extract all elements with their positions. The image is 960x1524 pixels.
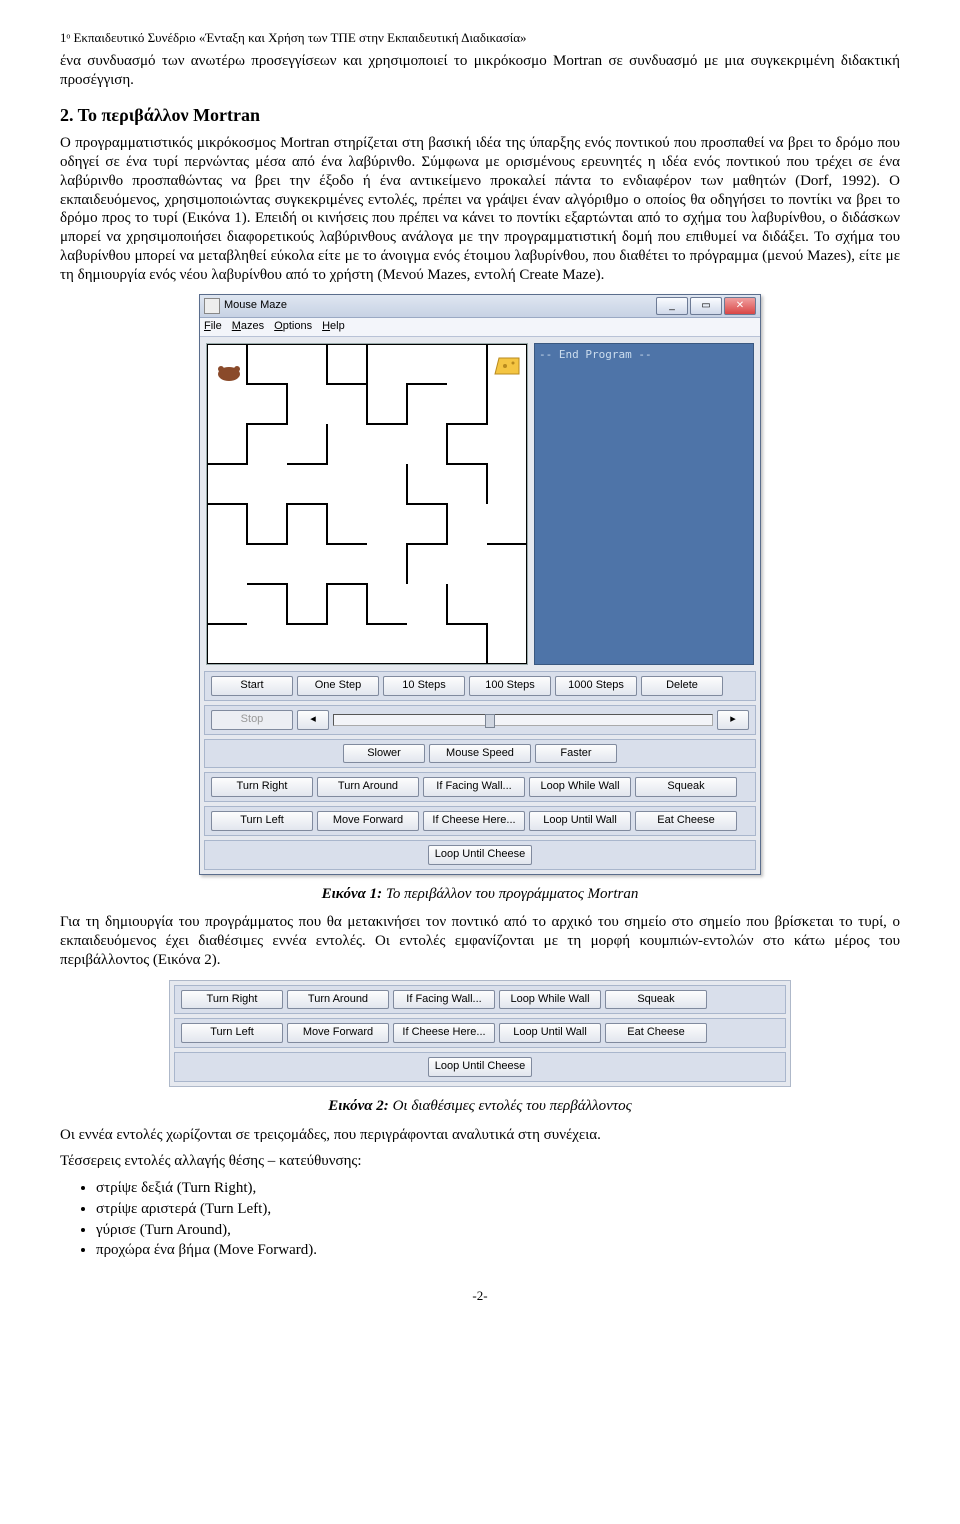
faster-label[interactable]: Faster xyxy=(535,744,617,764)
section-heading: 2. Το περιβάλλον Mortran xyxy=(60,104,900,127)
list-item: γύρισε (Turn Around), xyxy=(96,1221,900,1240)
figure-1-label: Εικόνα 1: xyxy=(322,886,383,902)
list-intro: Τέσσερεις εντολές αλλαγής θέσης – κατεύθ… xyxy=(60,1152,900,1171)
commands-row-2b: Turn Left Move Forward If Cheese Here...… xyxy=(174,1018,786,1048)
controls-row-1: Start One Step 10 Steps 100 Steps 1000 S… xyxy=(204,671,756,701)
squeak-button-2[interactable]: Squeak xyxy=(605,990,707,1010)
if-facing-wall-button-2[interactable]: If Facing Wall... xyxy=(393,990,495,1010)
cheese-icon xyxy=(495,358,519,374)
speed-slider[interactable] xyxy=(333,714,713,726)
maximize-button[interactable]: ▭ xyxy=(690,297,722,315)
menu-help[interactable]: Help xyxy=(322,320,345,334)
loop-until-wall-button-2[interactable]: Loop Until Wall xyxy=(499,1023,601,1043)
mouse-speed-label: Mouse Speed xyxy=(429,744,531,764)
minimize-button[interactable]: _ xyxy=(656,297,688,315)
turn-right-button-2[interactable]: Turn Right xyxy=(181,990,283,1010)
figure-1-caption: Εικόνα 1: Το περιβάλλον του προγράμματος… xyxy=(60,885,900,904)
loop-until-cheese-button[interactable]: Loop Until Cheese xyxy=(428,845,533,865)
loop-while-wall-button-2[interactable]: Loop While Wall xyxy=(499,990,601,1010)
loop-while-wall-button[interactable]: Loop While Wall xyxy=(529,777,631,797)
eat-cheese-button[interactable]: Eat Cheese xyxy=(635,811,737,831)
controls-row-2: Stop ◂ ▸ xyxy=(204,705,756,735)
loop-until-wall-button[interactable]: Loop Until Wall xyxy=(529,811,631,831)
menu-mazes[interactable]: Mazes xyxy=(232,320,264,334)
eat-cheese-button-2[interactable]: Eat Cheese xyxy=(605,1023,707,1043)
figure-2: Turn Right Turn Around If Facing Wall...… xyxy=(60,980,900,1087)
maze-svg xyxy=(207,344,527,664)
one-step-button[interactable]: One Step xyxy=(297,676,379,696)
commands-panel: Turn Right Turn Around If Facing Wall...… xyxy=(169,980,791,1087)
turn-left-button[interactable]: Turn Left xyxy=(211,811,313,831)
figure-2-label: Εικόνα 2: xyxy=(328,1098,389,1114)
loop-until-cheese-button-2[interactable]: Loop Until Cheese xyxy=(428,1057,533,1077)
page-header: 1ᵒ Εκπαιδευτικό Συνέδριο «Ένταξη και Χρή… xyxy=(60,30,900,46)
squeak-button[interactable]: Squeak xyxy=(635,777,737,797)
figure-2-caption: Εικόνα 2: Οι διαθέσιμες εντολές του περβ… xyxy=(60,1097,900,1116)
scroll-right-button[interactable]: ▸ xyxy=(717,710,749,730)
if-cheese-here-button[interactable]: If Cheese Here... xyxy=(423,811,525,831)
list-item: στρίψε δεξιά (Turn Right), xyxy=(96,1179,900,1198)
command-bullet-list: στρίψε δεξιά (Turn Right), στρίψε αριστε… xyxy=(96,1179,900,1260)
if-cheese-here-button-2[interactable]: If Cheese Here... xyxy=(393,1023,495,1043)
turn-right-button[interactable]: Turn Right xyxy=(211,777,313,797)
maze-canvas xyxy=(206,343,528,665)
app-icon xyxy=(204,298,220,314)
mouse-icon xyxy=(218,366,240,381)
program-panel-text: -- End Program -- xyxy=(539,348,652,361)
close-button[interactable]: ✕ xyxy=(724,297,756,315)
commands-row-2: Turn Left Move Forward If Cheese Here...… xyxy=(204,806,756,836)
turn-around-button-2[interactable]: Turn Around xyxy=(287,990,389,1010)
intro-paragraph: ένα συνδυασμό των ανωτέρω προσεγγίσεων κ… xyxy=(60,52,900,90)
turn-left-button-2[interactable]: Turn Left xyxy=(181,1023,283,1043)
commands-row-1b: Turn Right Turn Around If Facing Wall...… xyxy=(174,985,786,1015)
turn-around-button[interactable]: Turn Around xyxy=(317,777,419,797)
figure-1-text: Το περιβάλλον του προγράμματος Mortran xyxy=(386,886,638,902)
menubar: File Mazes Options Help xyxy=(200,318,760,337)
ten-steps-button[interactable]: 10 Steps xyxy=(383,676,465,696)
slower-label[interactable]: Slower xyxy=(343,744,425,764)
window-title: Mouse Maze xyxy=(224,299,287,313)
figure-1: Mouse Maze _ ▭ ✕ File Mazes Options Help xyxy=(60,294,900,874)
paragraph-after-fig1: Για τη δημιουργία του προγράμματος που θ… xyxy=(60,913,900,969)
scroll-left-button[interactable]: ◂ xyxy=(297,710,329,730)
app-window: Mouse Maze _ ▭ ✕ File Mazes Options Help xyxy=(199,294,761,874)
menu-options[interactable]: Options xyxy=(274,320,312,334)
program-panel: -- End Program -- xyxy=(534,343,754,665)
paragraph-after-fig2: Οι εννέα εντολές χωρίζονται σε τρειςομάδ… xyxy=(60,1126,900,1145)
figure-2-text: Οι διαθέσιμες εντολές του περβάλλοντος xyxy=(393,1098,632,1114)
if-facing-wall-button[interactable]: If Facing Wall... xyxy=(423,777,525,797)
page-number: -2- xyxy=(60,1288,900,1304)
titlebar: Mouse Maze _ ▭ ✕ xyxy=(200,295,760,318)
move-forward-button[interactable]: Move Forward xyxy=(317,811,419,831)
speed-labels: Slower Mouse Speed Faster xyxy=(204,739,756,769)
delete-button[interactable]: Delete xyxy=(641,676,723,696)
stop-button[interactable]: Stop xyxy=(211,710,293,730)
commands-row-3b: Loop Until Cheese xyxy=(174,1052,786,1082)
thousand-steps-button[interactable]: 1000 Steps xyxy=(555,676,637,696)
list-item: στρίψε αριστερά (Turn Left), xyxy=(96,1200,900,1219)
move-forward-button-2[interactable]: Move Forward xyxy=(287,1023,389,1043)
commands-row-1: Turn Right Turn Around If Facing Wall...… xyxy=(204,772,756,802)
commands-row-3: Loop Until Cheese xyxy=(204,840,756,870)
menu-file[interactable]: File xyxy=(204,320,222,334)
hundred-steps-button[interactable]: 100 Steps xyxy=(469,676,551,696)
section-paragraph: Ο προγραμματιστικός μικρόκοσμος Mortran … xyxy=(60,134,900,284)
start-button[interactable]: Start xyxy=(211,676,293,696)
list-item: προχώρα ένα βήμα (Move Forward). xyxy=(96,1241,900,1260)
